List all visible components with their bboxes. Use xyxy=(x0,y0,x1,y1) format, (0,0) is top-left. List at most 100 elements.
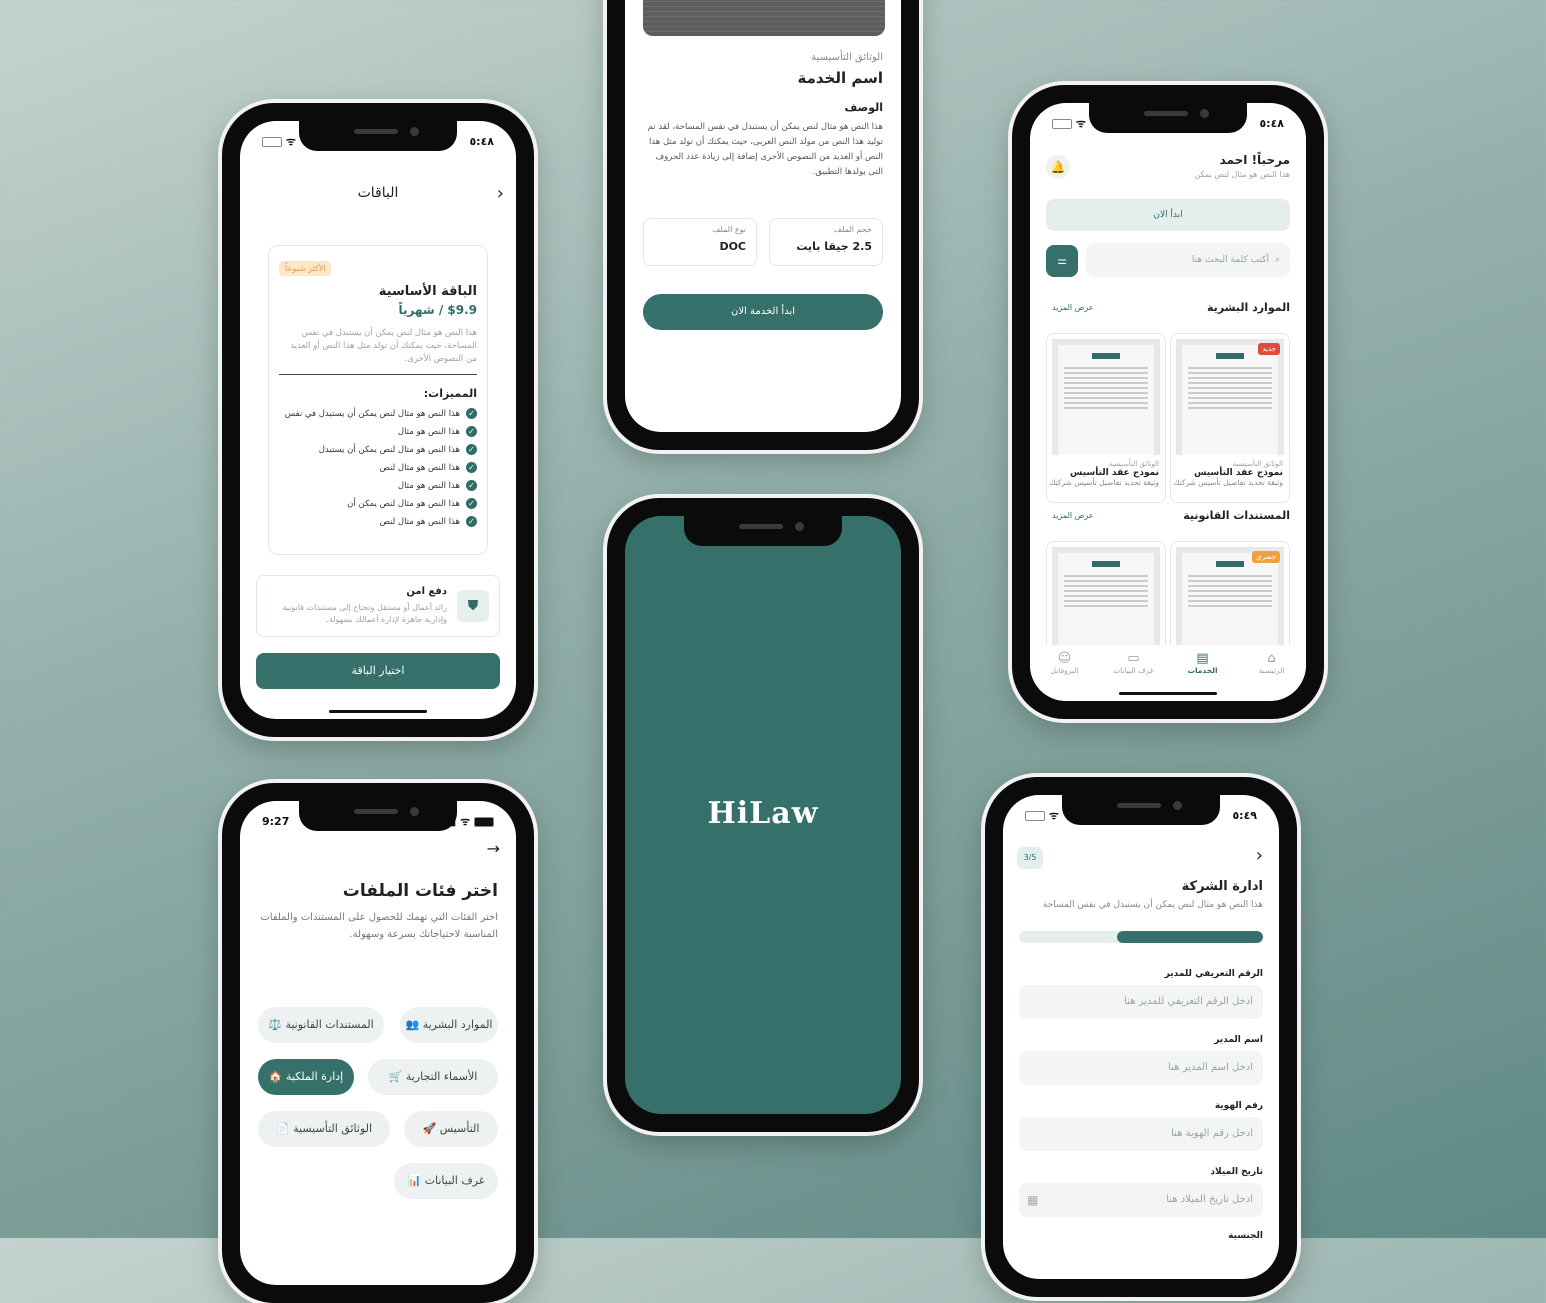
service-category: الوثائق التأسيسية xyxy=(811,52,883,63)
divider xyxy=(279,374,477,375)
home-icon: ⌂ xyxy=(1267,651,1276,666)
section-title: الموارد البشرية xyxy=(1207,301,1290,314)
exclusive-badge: حصري xyxy=(1252,551,1280,563)
home-indicator xyxy=(1119,692,1217,695)
service-screen: ▶ الوثائق التأسيسية اسم الخدمة الوصف هذا… xyxy=(625,0,901,432)
new-badge: جديد xyxy=(1258,343,1280,355)
chip-founding[interactable]: 🚀 التأسيس xyxy=(404,1111,498,1147)
document-icon: ▤ xyxy=(1196,651,1209,666)
status-time: ٥:٤٨ xyxy=(1259,116,1284,130)
field-label: اسم المدير xyxy=(1214,1035,1263,1045)
step-badge: 3/5 xyxy=(1017,847,1043,869)
feature-item: ✓هذا النص هو مثال لنص xyxy=(279,462,477,480)
search-input[interactable]: ⌕أكتب كلمة البحث هنا xyxy=(1086,243,1290,277)
chip-datarooms[interactable]: 📊 غرف البيانات xyxy=(394,1163,498,1199)
secure-payment-box: ⛊ دفع امن رائد أعمال أو مستقل وتحتاج إلى… xyxy=(256,575,500,637)
chip-founding-docs[interactable]: 📄 الوثائق التأسيسية xyxy=(258,1111,390,1147)
description-title: الوصف xyxy=(844,101,883,114)
notch xyxy=(684,516,842,546)
feature-item: ✓هذا النص هو مثال xyxy=(279,480,477,498)
form-screen: ᯤ ٥:٤٩ 3/5 › ادارة الشركة هذا النص هو مث… xyxy=(1003,795,1279,1279)
nav-home[interactable]: ⌂ الرئيسية xyxy=(1242,651,1302,701)
form-subtitle: هذا النص هو مثال لنص يمكن أن يستبدل في ن… xyxy=(1042,900,1263,910)
show-more-link[interactable]: عرض المزيد xyxy=(1052,511,1094,520)
doc-card[interactable]: جديد الوثائق التأسيسية نموذج عقد التأسيس… xyxy=(1170,333,1290,503)
nav-profile[interactable]: ☺ البروفايل xyxy=(1035,651,1095,701)
page-subtitle: اختر الفئات التي تهمك للحصول على المستند… xyxy=(260,912,498,940)
feature-item: ✓هذا النص هو مثال لنص يمكن أن xyxy=(279,498,477,516)
battery-icon: ᯤ xyxy=(1025,808,1059,823)
manager-id-input[interactable]: ادخل الرقم التعريفي للمدير هنا xyxy=(1019,985,1263,1019)
card-category: الوثائق التأسيسية xyxy=(1232,460,1283,468)
field-label: تاريخ الميلاد xyxy=(1210,1167,1263,1177)
card-name: نموذج عقد التأسيس xyxy=(1193,468,1283,478)
splash-screen: HiLaw xyxy=(625,516,901,1114)
home-screen: ᯤ ٥:٤٨ 🔔 مرحباً! احمد هذا النص هو مثال ل… xyxy=(1030,103,1306,701)
battery-icon: ᯤ xyxy=(1052,116,1086,131)
choose-plan-button[interactable]: اختيار الباقة xyxy=(256,653,500,689)
greeting: مرحباً! احمد xyxy=(1219,153,1290,167)
check-icon: ✓ xyxy=(466,444,477,455)
forward-arrow-icon[interactable]: → xyxy=(487,839,500,858)
secure-title: دفع امن xyxy=(406,586,447,597)
field-label: رقم الهوية xyxy=(1214,1101,1263,1111)
size-value: 2.5 جيقا بايت xyxy=(796,240,872,253)
user-icon: ☺ xyxy=(1057,651,1072,666)
app-logo: HiLaw xyxy=(707,796,819,831)
start-service-button[interactable]: ابدأ الخدمة الان xyxy=(643,294,883,330)
feature-item: ✓هذا النص هو مثال لنص xyxy=(279,516,477,534)
progress-bar xyxy=(1019,931,1263,943)
type-label: نوع الملف xyxy=(712,225,746,234)
id-number-input[interactable]: ادخل رقم الهوية هنا xyxy=(1019,1117,1263,1151)
check-icon: ✓ xyxy=(466,462,477,473)
chip-hr[interactable]: 👥 الموارد البشرية xyxy=(400,1007,498,1043)
check-icon: ✓ xyxy=(466,516,477,527)
check-icon: ✓ xyxy=(466,426,477,437)
check-icon: ✓ xyxy=(466,498,477,509)
plan-card[interactable]: الأكثر شيوعاً الباقة الأساسية $9.9 / شهر… xyxy=(268,245,488,555)
plan-name: الباقة الأساسية xyxy=(378,284,477,299)
phone-splash: HiLaw xyxy=(607,498,919,1132)
back-button[interactable]: › xyxy=(1256,845,1263,866)
notch xyxy=(1062,795,1220,825)
file-type-card: نوع الملف DOC xyxy=(643,218,757,266)
feature-item: ✓هذا النص هو مثال لنص يمكن أن يستبدل في … xyxy=(279,408,477,426)
search-icon: ⌕ xyxy=(1274,255,1280,265)
status-time: ٥:٤٨ xyxy=(469,134,494,148)
page-title: الباقات xyxy=(357,185,399,201)
type-value: DOC xyxy=(719,240,746,253)
card-category: الوثائق التأسيسية xyxy=(1108,460,1159,468)
doc-card[interactable]: الوثائق التأسيسية نموذج عقد التأسيس وثيق… xyxy=(1046,333,1166,503)
birthdate-input[interactable]: ادخل تاريخ الميلاد هنا ▦ xyxy=(1019,1183,1263,1217)
chip-legal[interactable]: ⚖️ المستندات القانونية xyxy=(258,1007,384,1043)
file-size-card: حجم الملف 2.5 جيقا بايت xyxy=(769,218,883,266)
notch xyxy=(299,121,457,151)
section-title: المستندات القانونية xyxy=(1183,509,1290,522)
section-header: المستندات القانونية عرض المزيد xyxy=(1046,509,1290,525)
bell-icon[interactable]: 🔔 xyxy=(1046,155,1070,179)
features-title: المميزات: xyxy=(423,387,477,400)
card-desc: وثيقة تحديد تفاصيل تأسيس شركتك xyxy=(1173,478,1283,487)
service-description: هذا النص هو مثال لنص يمكن أن يستبدل في ن… xyxy=(647,122,883,177)
home-indicator xyxy=(329,710,427,713)
show-more-link[interactable]: عرض المزيد xyxy=(1052,303,1094,312)
start-now-button[interactable]: ابدأ الان xyxy=(1046,199,1290,231)
check-icon: ✓ xyxy=(466,480,477,491)
calendar-icon[interactable]: ▦ xyxy=(1027,1183,1038,1217)
greeting-subtitle: هذا النص هو مثال لنص يمكن xyxy=(1194,170,1290,179)
service-title: اسم الخدمة xyxy=(797,69,883,87)
notch xyxy=(299,801,457,831)
chip-tradenames[interactable]: 🛒 الأسماء التجارية xyxy=(368,1059,498,1095)
check-icon: ✓ xyxy=(466,408,477,419)
field-label: الرقم التعريفي للمدير xyxy=(1164,969,1263,979)
phone-home: ᯤ ٥:٤٨ 🔔 مرحباً! احمد هذا النص هو مثال ل… xyxy=(1012,85,1324,719)
features-list: ✓هذا النص هو مثال لنص يمكن أن يستبدل في … xyxy=(279,408,477,534)
filter-button[interactable]: ⚌ xyxy=(1046,245,1078,277)
status-time: 9:27 xyxy=(262,814,290,828)
manager-name-input[interactable]: ادخل اسم المدير هنا xyxy=(1019,1051,1263,1085)
field-label: الجنسية xyxy=(1228,1231,1263,1241)
chip-property[interactable]: 🏠 إدارة الملكية xyxy=(258,1059,354,1095)
shield-icon: ⛊ xyxy=(457,590,489,622)
feature-item: ✓هذا النص هو مثال xyxy=(279,426,477,444)
battery-icon: ᯤ xyxy=(262,134,296,149)
